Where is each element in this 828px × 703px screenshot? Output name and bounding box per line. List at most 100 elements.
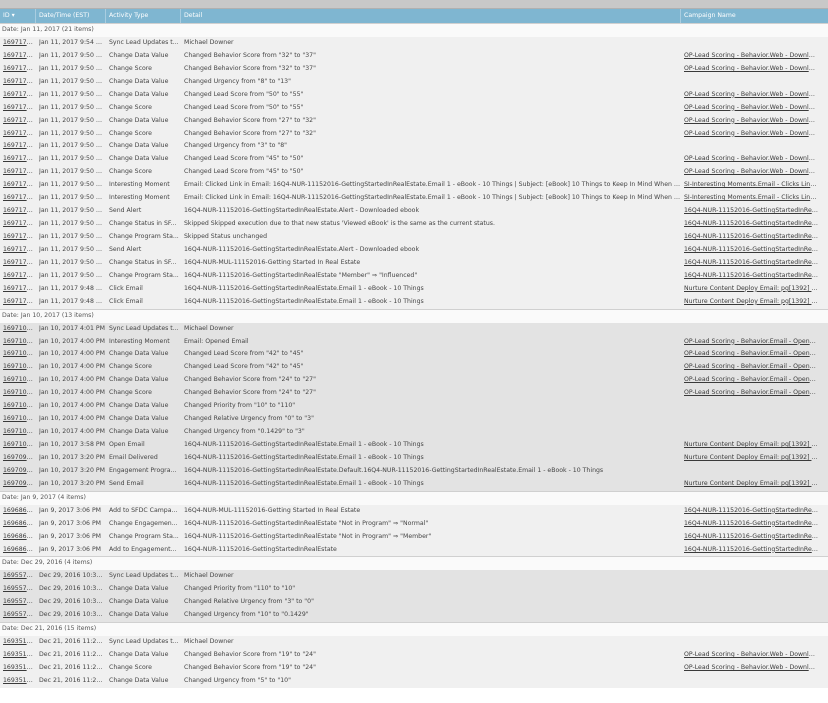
table-row[interactable]: 169351673 Dec 21, 2016 11:24... Change Dat… (0, 674, 828, 688)
campaign-link[interactable]: OP-Lead Scoring - Behavior.Web - Downloa… (684, 89, 818, 102)
campaign-link[interactable]: OP-Lead Scoring - Behavior.Email - Opens… (684, 361, 818, 374)
table-row[interactable]: 169717287 Jan 11, 2017 9:50 AM Change Data… (0, 75, 828, 89)
campaign-link[interactable]: 16Q4-NUR-11152016-GettingStartedInRealE.… (684, 531, 818, 544)
date-group-header[interactable]: Date: Jan 10, 2017 (13 items) (0, 308, 828, 323)
table-row[interactable]: 169710693 Jan 10, 2017 4:00 PM Change Data… (0, 413, 828, 427)
activity-id-link[interactable]: 169710694 (3, 400, 36, 413)
activity-id-link[interactable]: 169709541 (3, 478, 36, 491)
activity-id-link[interactable]: 169717276 (3, 179, 36, 192)
activity-id-link[interactable]: 169710692 (3, 426, 36, 439)
column-header-datetime[interactable]: Date/Time (EST) (36, 9, 106, 23)
table-row[interactable]: 169717301 Jan 11, 2017 9:54 AM Sync Lead U… (0, 36, 828, 50)
campaign-link[interactable]: 16Q4-NUR-11152016-GettingStartedInRealE.… (684, 205, 818, 218)
table-row[interactable]: 169710711 Jan 10, 2017 4:01 PM Sync Lead U… (0, 322, 828, 336)
activity-id-link[interactable]: 169717269 (3, 270, 36, 283)
table-row[interactable]: 169710692 Jan 10, 2017 4:00 PM Change Data… (0, 426, 828, 439)
activity-id-link[interactable]: 169686951 (3, 505, 36, 518)
activity-id-link[interactable]: 169717287 (3, 76, 36, 89)
activity-id-link[interactable]: 169717270 (3, 257, 36, 270)
campaign-link[interactable]: OP-Lead Scoring - Behavior.Web - Downloa… (684, 102, 818, 115)
activity-id-link[interactable]: 169717283 (3, 128, 36, 141)
campaign-link[interactable]: OP-Lead Scoring - Behavior.Web - Downloa… (684, 50, 818, 63)
activity-id-link[interactable]: 169717267 (3, 296, 36, 309)
table-row[interactable]: 169351672 Dec 21, 2016 11:24... Change Sco… (0, 661, 828, 675)
campaign-link[interactable]: OP-Lead Scoring - Behavior.Email - Opens… (684, 387, 818, 400)
campaign-link[interactable]: SI-Interesting Moments.Email - Clicks Li… (684, 179, 818, 192)
table-row[interactable]: 169717271 Jan 11, 2017 9:50 AM Send Alert 1… (0, 243, 828, 257)
table-row[interactable]: 169557451 Dec 29, 2016 10:34... Change Dat… (0, 596, 828, 610)
campaign-link[interactable]: 16Q4-NUR-11152016-GettingStartedInRealE.… (684, 244, 818, 257)
table-row[interactable]: 169717272 Jan 11, 2017 9:50 AM Change Prog… (0, 231, 828, 244)
activity-id-link[interactable]: 169717301 (3, 37, 36, 50)
table-row[interactable]: 169710694 Jan 10, 2017 4:00 PM Change Data… (0, 400, 828, 414)
table-row[interactable]: 169710699 Jan 10, 2017 4:00 PM Interesting… (0, 335, 828, 349)
activity-id-link[interactable]: 169557411 (3, 609, 36, 622)
table-row[interactable]: 169686901 Jan 9, 2017 3:06 PM Change Engag… (0, 517, 828, 531)
table-row[interactable]: 169686881 Jan 9, 2017 3:06 PM Change Progr… (0, 530, 828, 544)
campaign-link[interactable]: 16Q4-NUR-11152016-GettingStartedInRealE.… (684, 544, 818, 557)
table-row[interactable]: 169557491 Dec 29, 2016 10:37... Sync Lead … (0, 570, 828, 584)
table-row[interactable]: 169710621 Jan 10, 2017 3:58 PM Open Email 1… (0, 439, 828, 452)
table-row[interactable]: 169351671 Dec 21, 2016 11:24... Change Dat… (0, 649, 828, 662)
table-row[interactable]: 169717270 Jan 11, 2017 9:50 AM Change Stat… (0, 256, 828, 270)
table-row[interactable]: 169717288 Jan 11, 2017 9:50 AM Change Scor… (0, 62, 828, 76)
activity-id-link[interactable]: 169710699 (3, 336, 36, 349)
table-row[interactable]: 169717275 Jan 11, 2017 9:50 AM Interesting… (0, 192, 828, 206)
activity-id-link[interactable]: 169710697 (3, 361, 36, 374)
table-row[interactable]: 169709591 Jan 10, 2017 3:20 PM Engagement … (0, 464, 828, 478)
table-row[interactable]: 169717278 Jan 11, 2017 9:50 AM Change Data… (0, 153, 828, 167)
campaign-link[interactable]: OP-Lead Scoring - Behavior.Web - Downloa… (684, 63, 818, 76)
activity-id-link[interactable]: 169686881 (3, 531, 36, 544)
table-row[interactable]: 169710695 Jan 10, 2017 4:00 PM Change Scor… (0, 387, 828, 401)
table-row[interactable]: 169710696 Jan 10, 2017 4:00 PM Change Data… (0, 374, 828, 388)
campaign-link[interactable]: OP-Lead Scoring - Behavior.Web - Downloa… (684, 153, 818, 166)
activity-id-link[interactable]: 169709701 (3, 452, 36, 465)
activity-id-link[interactable]: 169710711 (3, 323, 36, 336)
table-row[interactable]: 169351701 Dec 21, 2016 11:29... Sync Lead … (0, 636, 828, 649)
activity-id-link[interactable]: 169717286 (3, 89, 36, 102)
activity-id-link[interactable]: 169710693 (3, 413, 36, 426)
campaign-link[interactable]: OP-Lead Scoring - Behavior.Web - Downloa… (684, 662, 818, 675)
activity-id-link[interactable]: 169710698 (3, 348, 36, 361)
activity-id-link[interactable]: 169557471 (3, 583, 36, 596)
campaign-link[interactable]: 16Q4-NUR-11152016-GettingStartedInRealE.… (684, 505, 818, 518)
table-row[interactable]: 169717283 Jan 11, 2017 9:50 AM Change Scor… (0, 127, 828, 141)
campaign-link[interactable]: 16Q4-NUR-11152016-GettingStartedInRealE.… (684, 257, 818, 270)
table-row[interactable]: 169717269 Jan 11, 2017 9:50 AM Change Prog… (0, 269, 828, 283)
campaign-link[interactable]: Nurture Content Deploy Email: pg[1392] l… (684, 452, 818, 465)
campaign-link[interactable]: 16Q4-NUR-11152016-GettingStartedInRealE.… (684, 518, 818, 531)
activity-id-link[interactable]: 169351672 (3, 662, 36, 675)
activity-id-link[interactable]: 169717289 (3, 50, 36, 63)
table-row[interactable]: 169717286 Jan 11, 2017 9:50 AM Change Data… (0, 88, 828, 102)
column-header-detail[interactable]: Detail (181, 9, 681, 23)
activity-id-link[interactable]: 169717271 (3, 244, 36, 257)
campaign-link[interactable]: OP-Lead Scoring - Behavior.Email - Opens… (684, 348, 818, 361)
table-row[interactable]: 169709541 Jan 10, 2017 3:20 PM Send Email 1… (0, 477, 828, 491)
campaign-link[interactable]: 16Q4-NUR-11152016-GettingStartedInRealE.… (684, 270, 818, 283)
campaign-link[interactable]: Nurture Content Deploy Email: pg[1392] l… (684, 296, 818, 309)
activity-id-link[interactable]: 169710696 (3, 374, 36, 387)
campaign-link[interactable]: OP-Lead Scoring - Behavior.Email - Opens… (684, 374, 818, 387)
table-row[interactable]: 169717289 Jan 11, 2017 9:50 AM Change Data… (0, 49, 828, 63)
table-row[interactable]: 169710698 Jan 10, 2017 4:00 PM Change Data… (0, 348, 828, 362)
date-group-header[interactable]: Date: Dec 21, 2016 (15 items) (0, 622, 828, 637)
table-row[interactable]: 169557471 Dec 29, 2016 10:34... Change Dat… (0, 583, 828, 597)
activity-id-link[interactable]: 169717284 (3, 115, 36, 128)
activity-id-link[interactable]: 169717268 (3, 283, 36, 296)
campaign-link[interactable]: OP-Lead Scoring - Behavior.Web - Downloa… (684, 649, 818, 662)
table-row[interactable]: 169686951 Jan 9, 2017 3:06 PM Add to SFDC … (0, 504, 828, 518)
activity-id-link[interactable]: 169717285 (3, 102, 36, 115)
campaign-link[interactable]: OP-Lead Scoring - Behavior.Email - Opens… (684, 336, 818, 349)
activity-id-link[interactable]: 169686811 (3, 544, 36, 557)
table-row[interactable]: 169717267 Jan 11, 2017 9:48 AM Click Email… (0, 295, 828, 309)
table-row[interactable]: 169717268 Jan 11, 2017 9:48 AM Click Email… (0, 282, 828, 296)
campaign-link[interactable]: OP-Lead Scoring - Behavior.Web - Downloa… (684, 166, 818, 179)
activity-id-link[interactable]: 169351701 (3, 636, 36, 649)
table-row[interactable]: 169717285 Jan 11, 2017 9:50 AM Change Scor… (0, 101, 828, 115)
campaign-link[interactable]: Nurture Content Deploy Email: pg[1392] l… (684, 478, 818, 491)
activity-id-link[interactable]: 169710695 (3, 387, 36, 400)
table-row[interactable]: 169717277 Jan 11, 2017 9:50 AM Change Scor… (0, 166, 828, 180)
activity-id-link[interactable]: 169717274 (3, 205, 36, 218)
activity-id-link[interactable]: 169717273 (3, 218, 36, 231)
activity-id-link[interactable]: 169709591 (3, 465, 36, 478)
